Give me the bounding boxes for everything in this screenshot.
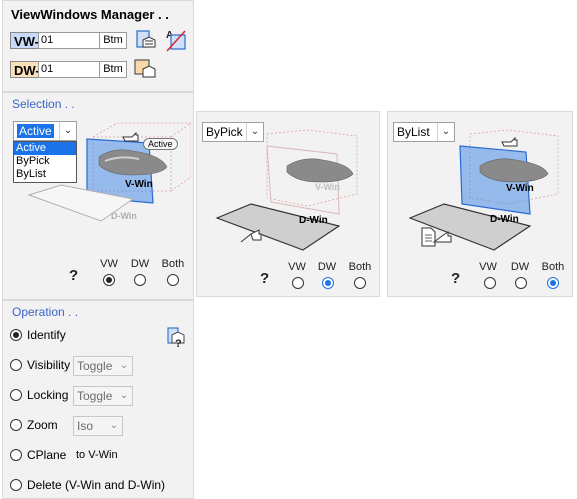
- bypick-mode-combo[interactable]: ByPick ⌄: [202, 122, 264, 142]
- manager-title: ViewWindows Manager . .: [11, 7, 169, 22]
- hand-pointer-icon: [122, 131, 139, 142]
- zoom-combo-value: Iso: [77, 419, 94, 433]
- radio-locking[interactable]: [10, 389, 22, 401]
- radio-label-dw: DW: [510, 261, 530, 273]
- bypick-panel: V-Win D-Win ByPick ⌄ ? VW DW Both: [196, 111, 380, 297]
- document-hand-icon: [421, 227, 452, 247]
- radio-zoom[interactable]: [10, 419, 22, 431]
- visibility-combo-value: Toggle: [77, 359, 113, 373]
- bylist-dwin-label: D-Win: [490, 214, 519, 225]
- chevron-down-icon[interactable]: ⌄: [246, 123, 263, 141]
- radio-vw[interactable]: [484, 277, 496, 289]
- svg-text:?: ?: [175, 338, 182, 349]
- radio-dw[interactable]: [134, 274, 146, 286]
- cplane-note: to V-Win: [76, 449, 118, 461]
- radio-label-dw: DW: [317, 261, 337, 273]
- radio-label-dw: DW: [130, 258, 150, 270]
- dropdown-option-bylist[interactable]: ByList: [14, 168, 76, 181]
- dw-window-icon[interactable]: [133, 56, 157, 82]
- bylist-mode-combo[interactable]: ByList ⌄: [393, 122, 455, 142]
- bypick-vwin-label: V-Win: [315, 182, 340, 192]
- dw-number-field[interactable]: 01: [38, 61, 100, 78]
- zoom-combo[interactable]: Iso ⌄: [73, 416, 123, 436]
- radio-dw[interactable]: [322, 277, 334, 289]
- dwin-label: D-Win: [111, 211, 137, 221]
- hand-pointer-icon: [501, 136, 518, 147]
- chevron-down-icon[interactable]: ⌄: [116, 357, 132, 375]
- help-icon[interactable]: ?: [451, 270, 460, 287]
- bylist-panel: V-Win D-Win ByList ⌄ ? VW DW Both: [387, 111, 573, 297]
- radio-cplane[interactable]: [10, 449, 22, 461]
- selection-panel: Selection . . Active V-Win D-Win Active …: [2, 92, 194, 300]
- radio-label-vw: VW: [100, 258, 118, 270]
- bylist-mode-value: ByList: [397, 125, 430, 139]
- radio-both[interactable]: [547, 277, 559, 289]
- dw-btm-field[interactable]: Btm: [99, 61, 127, 78]
- vw-window-icon[interactable]: [135, 28, 157, 52]
- dropdown-option-active[interactable]: Active: [14, 142, 76, 155]
- manager-panel: ViewWindows Manager . . VW- 01 Btm A DW-…: [2, 0, 194, 92]
- radio-delete[interactable]: [10, 479, 22, 491]
- help-icon[interactable]: ?: [260, 270, 269, 287]
- radio-both[interactable]: [354, 277, 366, 289]
- dw-tag: DW-: [10, 61, 40, 78]
- locking-combo[interactable]: Toggle ⌄: [73, 386, 133, 406]
- locking-label: Locking: [27, 388, 69, 402]
- cplane-label: CPlane: [27, 448, 67, 462]
- vw-btm-field[interactable]: Btm: [99, 32, 127, 49]
- hand-pointer-icon: [240, 229, 262, 243]
- radio-label-both: Both: [348, 261, 372, 273]
- operation-help-icon[interactable]: ?: [165, 325, 187, 349]
- radio-vw[interactable]: [103, 274, 115, 286]
- selection-mode-dropdown: Active ByPick ByList: [13, 141, 77, 183]
- visibility-combo[interactable]: Toggle ⌄: [73, 356, 133, 376]
- vw-tag: VW-: [10, 32, 40, 49]
- chevron-down-icon[interactable]: ⌄: [437, 123, 454, 141]
- vwin-label: V-Win: [125, 179, 153, 190]
- radio-label-both: Both: [161, 258, 185, 270]
- radio-label-both: Both: [541, 261, 565, 273]
- text-window-icon[interactable]: A: [163, 27, 189, 53]
- selection-title: Selection . .: [12, 97, 75, 111]
- radio-label-vw: VW: [479, 261, 497, 273]
- delete-label: Delete (V-Win and D-Win): [27, 478, 166, 492]
- locking-combo-value: Toggle: [77, 389, 113, 403]
- radio-dw[interactable]: [515, 277, 527, 289]
- zoom-label: Zoom: [27, 418, 58, 432]
- radio-visibility[interactable]: [10, 359, 22, 371]
- operation-panel: Operation . . Identify ? Visibility Togg…: [2, 300, 194, 499]
- selection-mode-combo[interactable]: Active ⌄: [13, 121, 77, 141]
- chevron-down-icon[interactable]: ⌄: [106, 417, 122, 435]
- vw-number-field[interactable]: 01: [38, 32, 100, 49]
- identify-label: Identify: [27, 328, 66, 342]
- radio-label-vw: VW: [288, 261, 306, 273]
- operation-title: Operation . .: [12, 305, 79, 319]
- chevron-down-icon[interactable]: ⌄: [59, 122, 76, 140]
- help-icon[interactable]: ?: [69, 267, 78, 284]
- active-callout: Active: [143, 138, 178, 150]
- visibility-label: Visibility: [27, 358, 71, 372]
- bypick-mode-value: ByPick: [206, 125, 243, 139]
- radio-identify[interactable]: [10, 329, 22, 341]
- chevron-down-icon[interactable]: ⌄: [116, 387, 132, 405]
- dropdown-option-bypick[interactable]: ByPick: [14, 155, 76, 168]
- bylist-vwin-label: V-Win: [506, 183, 534, 194]
- selection-mode-value: Active: [17, 124, 54, 138]
- bypick-dwin-label: D-Win: [299, 215, 328, 226]
- radio-vw[interactable]: [292, 277, 304, 289]
- radio-both[interactable]: [167, 274, 179, 286]
